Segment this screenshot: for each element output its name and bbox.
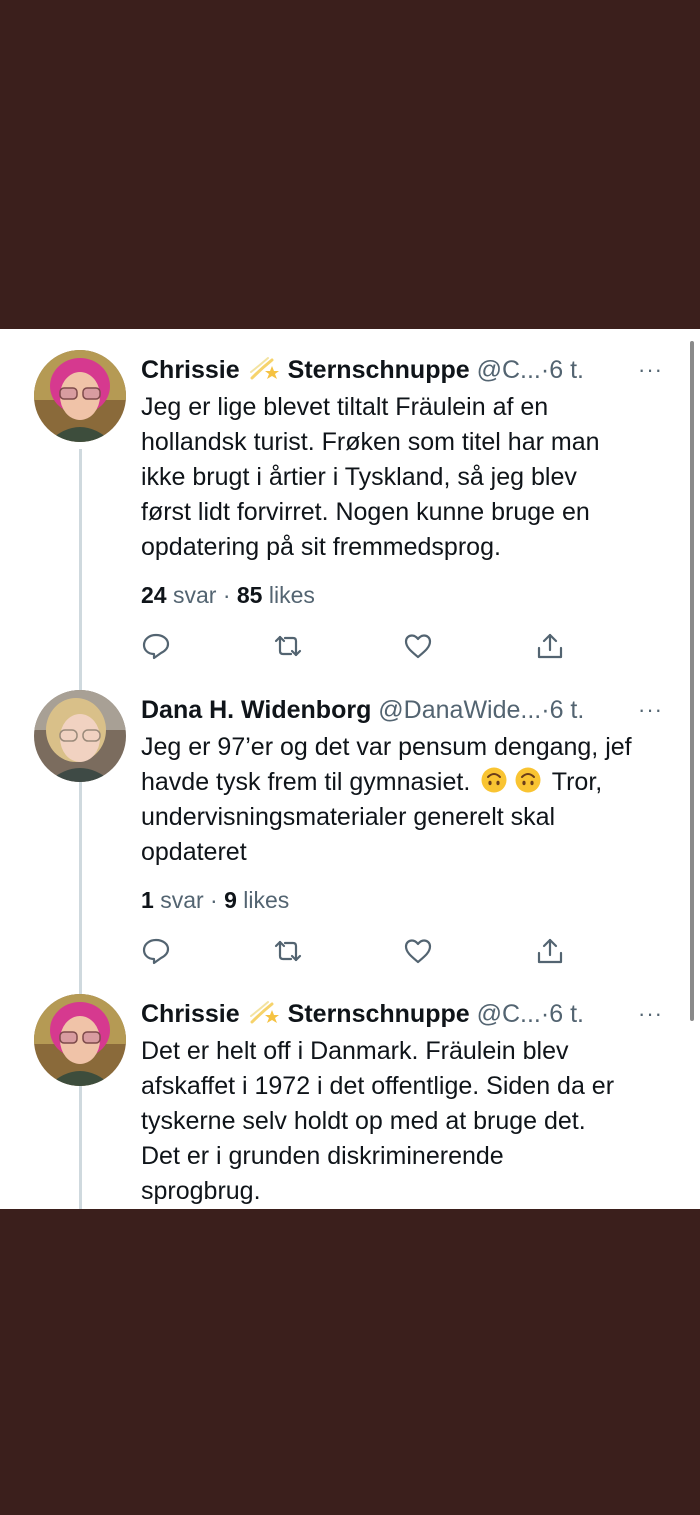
tweet-text-line: først lidt forvirret. Nogen kunne bruge … [141, 498, 590, 526]
tweet-text-line: Jeg er 97’er og det var pensum dengang, … [141, 733, 632, 761]
user-handle[interactable]: @C... [477, 356, 541, 384]
replies-label: svar [172, 582, 217, 608]
tweet-text-line: tyskerne selv holdt op med at bruge det. [141, 1107, 586, 1135]
separator: · [541, 696, 550, 724]
user-handle[interactable]: @C... [477, 1000, 541, 1028]
display-name-suffix[interactable]: Sternschnuppe [288, 356, 470, 384]
avatar[interactable] [34, 994, 126, 1086]
stats-separator: · [222, 582, 231, 608]
tweet-text-line: afskaffet i 1972 i det offentlige. Siden… [141, 1072, 615, 1100]
tweet-header: Dana H. Widenborg @DanaWide...·6 t. ··· [141, 690, 671, 730]
tweet-header: Chrissie Sternschnuppe @C...·6 t. ··· [141, 350, 671, 390]
tweet-text-line: sprogbrug. [141, 1177, 261, 1205]
tweet-text: Jeg er lige blevet tiltalt Fräulein af e… [141, 390, 671, 565]
separator: · [540, 1000, 550, 1028]
timestamp[interactable]: 6 t. [550, 696, 585, 724]
tweet-text: Jeg er 97’er og det var pensum dengang, … [141, 730, 671, 870]
reply-icon[interactable] [141, 631, 171, 661]
separator: · [540, 356, 550, 384]
tweet-text-line: opdateret [141, 838, 247, 866]
retweet-icon[interactable] [273, 631, 303, 661]
more-options-icon[interactable]: ··· [638, 690, 663, 730]
tweet-thread-card: Chrissie Sternschnuppe @C...·6 t. ··· Jeg… [0, 329, 700, 1209]
replies-label: svar [160, 887, 204, 913]
tweet-text-segment: Tror, [551, 768, 603, 796]
timestamp[interactable]: 6 t. [549, 356, 584, 384]
display-name[interactable]: Dana H. Widenborg [141, 696, 371, 724]
tweet-header: Chrissie Sternschnuppe @C...·6 t. ··· [141, 994, 671, 1034]
reply-icon[interactable] [141, 936, 171, 966]
thread-line [79, 1094, 82, 1209]
tweet-text-line: Det er i grunden diskriminerende [141, 1142, 504, 1170]
display-name[interactable]: Chrissie [141, 356, 240, 384]
avatar[interactable] [34, 690, 126, 782]
tweet-text-line: ikke brugt i årtier i Tyskland, så jeg b… [141, 463, 577, 491]
upside-down-face-emoji-icon [514, 766, 542, 794]
avatar[interactable] [34, 350, 126, 442]
display-name-suffix[interactable]: Sternschnuppe [288, 1000, 470, 1028]
stats-separator: · [210, 887, 218, 913]
scrollbar[interactable] [690, 341, 694, 1021]
more-options-icon[interactable]: ··· [638, 350, 663, 390]
tweet-actions [141, 936, 671, 976]
likes-label: likes [243, 887, 290, 913]
shooting-star-emoji-icon [248, 354, 282, 384]
retweet-icon[interactable] [273, 936, 303, 966]
tweet-stats: 24 svar · 85 likes [141, 579, 671, 611]
like-icon[interactable] [403, 936, 433, 966]
display-name[interactable]: Chrissie [141, 1000, 240, 1028]
tweet-text-segment: havde tysk frem til gymnasiet. [141, 768, 471, 796]
tweet-text-line: Jeg er lige blevet tiltalt Fräulein af e… [141, 393, 549, 421]
likes-count[interactable]: 9 [224, 887, 237, 913]
tweet-text: Det er helt off i Danmark. Fräulein blev… [141, 1034, 671, 1209]
tweet-text-line: havde tysk frem til gymnasiet. Tror, [141, 765, 671, 800]
upside-down-face-emoji-icon [480, 766, 508, 794]
likes-count[interactable]: 85 [237, 582, 263, 608]
tweet-text-line: undervisningsmaterialer generelt skal [141, 803, 556, 831]
share-icon[interactable] [535, 631, 565, 661]
like-icon[interactable] [403, 631, 433, 661]
tweet-text-line: opdatering på sit fremmedsprog. [141, 533, 501, 561]
tweet-text-line: hollandsk turist. Frøken som titel har m… [141, 428, 600, 456]
replies-count[interactable]: 1 [141, 887, 154, 913]
more-options-icon[interactable]: ··· [638, 994, 663, 1034]
user-handle[interactable]: @DanaWide... [378, 696, 541, 724]
timestamp[interactable]: 6 t. [549, 1000, 584, 1028]
replies-count[interactable]: 24 [141, 582, 167, 608]
share-icon[interactable] [535, 936, 565, 966]
shooting-star-emoji-icon [248, 998, 282, 1028]
tweet-stats: 1 svar · 9 likes [141, 884, 671, 916]
tweet-text-line: Det er helt off i Danmark. Fräulein blev [141, 1037, 569, 1065]
likes-label: likes [268, 582, 315, 608]
tweet-actions [141, 631, 671, 671]
